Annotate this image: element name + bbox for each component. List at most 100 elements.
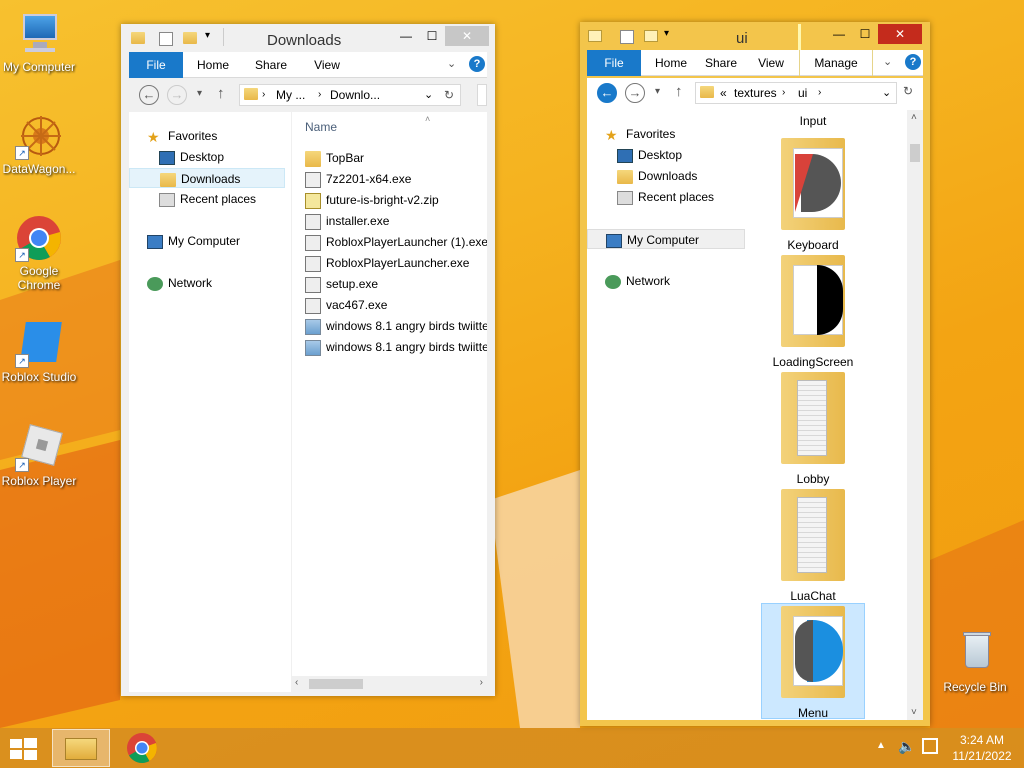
taskbar-chrome[interactable] bbox=[126, 732, 160, 764]
tab-home[interactable]: Home bbox=[649, 50, 693, 76]
properties-icon[interactable] bbox=[620, 30, 634, 44]
scroll-left-icon[interactable]: ‹ bbox=[295, 677, 298, 688]
minimize-button[interactable]: — bbox=[826, 24, 852, 44]
quick-access-dropdown-icon[interactable]: ▾ bbox=[664, 28, 669, 39]
new-folder-icon[interactable] bbox=[183, 32, 197, 44]
desktop-icon-my-computer[interactable]: My Computer bbox=[1, 10, 77, 74]
desktop-icon-label: My Computer bbox=[2, 60, 76, 74]
help-icon[interactable]: ? bbox=[469, 56, 485, 72]
help-icon[interactable]: ? bbox=[905, 54, 921, 70]
tab-home[interactable]: Home bbox=[191, 52, 235, 78]
file-row[interactable]: RobloxPlayerLauncher (1).exe bbox=[305, 232, 487, 252]
nav-desktop[interactable]: Desktop bbox=[617, 145, 682, 165]
desktop-icon-recycle-bin[interactable]: Recycle Bin bbox=[937, 630, 1013, 694]
tab-manage[interactable]: Manage bbox=[799, 50, 873, 76]
desktop-icon-roblox-player[interactable]: ↗ Roblox Player bbox=[1, 424, 77, 488]
address-segment[interactable]: ui bbox=[798, 83, 807, 103]
volume-icon[interactable]: 🔈 bbox=[898, 738, 915, 755]
nav-downloads[interactable]: Downloads bbox=[617, 166, 697, 186]
maximize-button[interactable]: ☐ bbox=[852, 24, 878, 44]
properties-icon[interactable] bbox=[159, 32, 173, 46]
forward-button[interactable]: → bbox=[167, 85, 187, 105]
folder-item-loadingscreen[interactable]: LoadingScreen bbox=[761, 255, 865, 369]
address-dropdown-icon[interactable]: ⌄ bbox=[882, 83, 891, 103]
back-button[interactable]: ← bbox=[597, 83, 617, 103]
search-box[interactable] bbox=[477, 84, 487, 106]
folder-item-keyboard[interactable]: Keyboard bbox=[761, 138, 865, 252]
file-row[interactable]: installer.exe bbox=[305, 211, 487, 231]
folder-item-input[interactable]: Input bbox=[761, 114, 865, 130]
up-button[interactable]: ↑ bbox=[675, 83, 683, 100]
folder-item-lobby[interactable]: Lobby bbox=[761, 372, 865, 486]
horizontal-scrollbar[interactable]: ‹ › bbox=[291, 676, 487, 692]
address-bar[interactable]: › My ... › Downlo... ⌄ ↻ bbox=[239, 84, 461, 106]
close-button[interactable]: ✕ bbox=[445, 26, 489, 46]
clock[interactable]: 3:24 AM 11/21/2022 bbox=[944, 732, 1020, 764]
nav-recent-places[interactable]: Recent places bbox=[159, 189, 256, 209]
expand-ribbon-icon[interactable]: ⌄ bbox=[447, 57, 456, 70]
scroll-thumb[interactable] bbox=[309, 679, 363, 689]
desktop-icon-datawagon[interactable]: ↗ DataWagon... bbox=[1, 112, 77, 176]
address-bar[interactable]: « textures › ui › ⌄ bbox=[695, 82, 897, 104]
nav-my-computer[interactable]: My Computer bbox=[587, 229, 745, 249]
desktop-icon-roblox-studio[interactable]: ↗ Roblox Studio bbox=[1, 320, 77, 384]
nav-recent-places[interactable]: Recent places bbox=[617, 187, 714, 207]
nav-favorites[interactable]: ★ Favorites bbox=[605, 124, 675, 144]
expand-ribbon-icon[interactable]: ⌄ bbox=[883, 55, 892, 68]
close-button[interactable]: ✕ bbox=[878, 24, 922, 44]
network-status-icon[interactable] bbox=[922, 738, 938, 754]
address-segment[interactable]: Downlo... bbox=[330, 85, 380, 105]
nav-favorites[interactable]: ★ Favorites bbox=[147, 126, 217, 146]
file-row[interactable]: vac467.exe bbox=[305, 295, 487, 315]
desktop-icon-google-chrome[interactable]: ↗ Google Chrome bbox=[1, 214, 77, 292]
scroll-up-icon[interactable]: ˄ bbox=[911, 112, 917, 123]
show-hidden-icons-button[interactable]: ▲ bbox=[876, 740, 886, 751]
nav-desktop[interactable]: Desktop bbox=[159, 147, 224, 167]
file-row[interactable]: windows 8.1 angry birds twiitte bbox=[305, 337, 487, 357]
taskbar-file-explorer[interactable] bbox=[52, 729, 110, 767]
tab-file[interactable]: File bbox=[129, 52, 183, 78]
refresh-icon[interactable]: ↻ bbox=[444, 85, 454, 105]
file-row[interactable]: setup.exe bbox=[305, 274, 487, 294]
maximize-button[interactable]: ☐ bbox=[419, 26, 445, 46]
file-row[interactable]: future-is-bright-v2.zip bbox=[305, 190, 487, 210]
minimize-button[interactable]: — bbox=[393, 26, 419, 46]
refresh-icon[interactable]: ↻ bbox=[903, 84, 913, 98]
exe-icon bbox=[305, 297, 321, 314]
tab-file[interactable]: File bbox=[587, 50, 641, 76]
tab-share[interactable]: Share bbox=[699, 50, 743, 76]
file-row[interactable]: 7z2201-x64.exe bbox=[305, 169, 487, 189]
scroll-down-icon[interactable]: ˅ bbox=[911, 707, 917, 718]
scroll-right-icon[interactable]: › bbox=[480, 677, 483, 688]
titlebar[interactable]: ▾ ui — ☐ ✕ bbox=[580, 22, 930, 50]
quick-access-dropdown-icon[interactable]: ▾ bbox=[205, 30, 210, 41]
nav-downloads[interactable]: Downloads bbox=[129, 168, 285, 188]
file-row[interactable]: TopBar bbox=[305, 148, 487, 168]
start-button[interactable] bbox=[10, 738, 38, 760]
nav-network[interactable]: Network bbox=[605, 271, 670, 291]
file-row[interactable]: RobloxPlayerLauncher.exe bbox=[305, 253, 487, 273]
new-folder-icon[interactable] bbox=[644, 30, 658, 42]
file-row[interactable]: windows 8.1 angry birds twiitte bbox=[305, 316, 487, 336]
address-dropdown-icon[interactable]: ⌄ bbox=[424, 85, 433, 105]
forward-button[interactable]: → bbox=[625, 83, 645, 103]
address-segment[interactable]: textures bbox=[734, 83, 777, 103]
titlebar[interactable]: ▾ Downloads — ☐ ✕ bbox=[121, 24, 495, 52]
nav-my-computer[interactable]: My Computer bbox=[147, 231, 240, 251]
nav-network[interactable]: Network bbox=[147, 273, 212, 293]
back-button[interactable]: ← bbox=[139, 85, 159, 105]
vertical-scrollbar[interactable]: ˄ ˅ bbox=[907, 110, 923, 720]
folder-item-luachat[interactable]: LuaChat bbox=[761, 489, 865, 603]
tab-view[interactable]: View bbox=[749, 50, 793, 76]
up-button[interactable]: ↑ bbox=[217, 85, 225, 102]
tab-share[interactable]: Share bbox=[249, 52, 293, 78]
folder-item-menu[interactable]: Menu bbox=[761, 603, 865, 720]
scroll-thumb[interactable] bbox=[910, 144, 920, 162]
address-segment[interactable]: My ... bbox=[276, 85, 305, 105]
folder-icon bbox=[777, 489, 849, 585]
recent-locations-icon[interactable]: ▾ bbox=[197, 88, 202, 99]
column-header-name[interactable]: Name bbox=[305, 120, 337, 134]
exe-icon bbox=[305, 234, 321, 251]
tab-view[interactable]: View bbox=[305, 52, 349, 78]
recent-locations-icon[interactable]: ▾ bbox=[655, 86, 660, 97]
